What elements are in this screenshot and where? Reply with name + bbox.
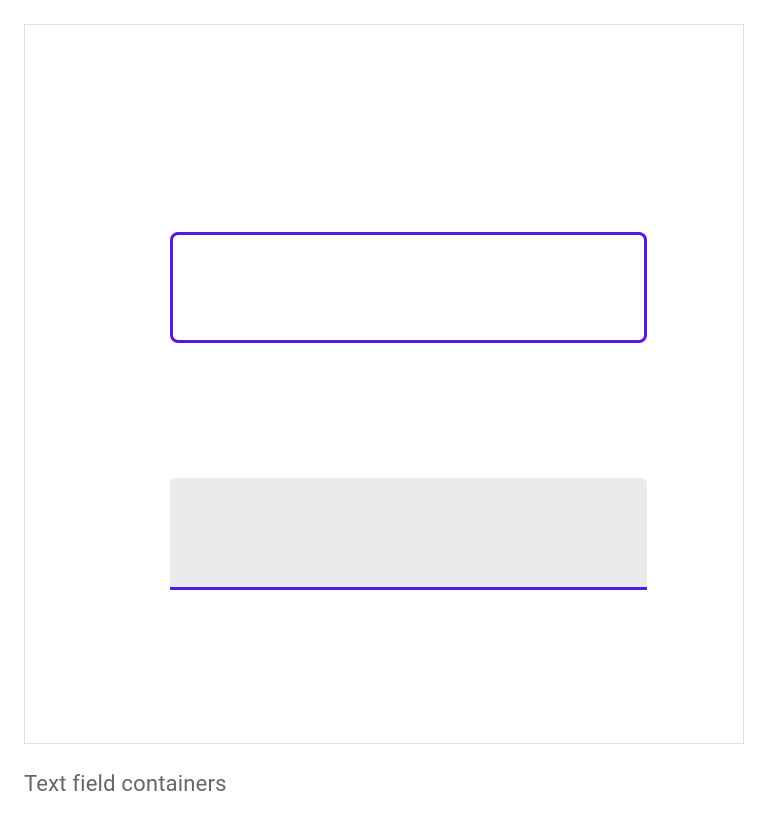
- outlined-text-field-container[interactable]: [170, 232, 647, 343]
- filled-text-field-container[interactable]: [170, 478, 647, 590]
- figure-caption: Text field containers: [24, 772, 756, 797]
- figure-frame: [24, 24, 744, 744]
